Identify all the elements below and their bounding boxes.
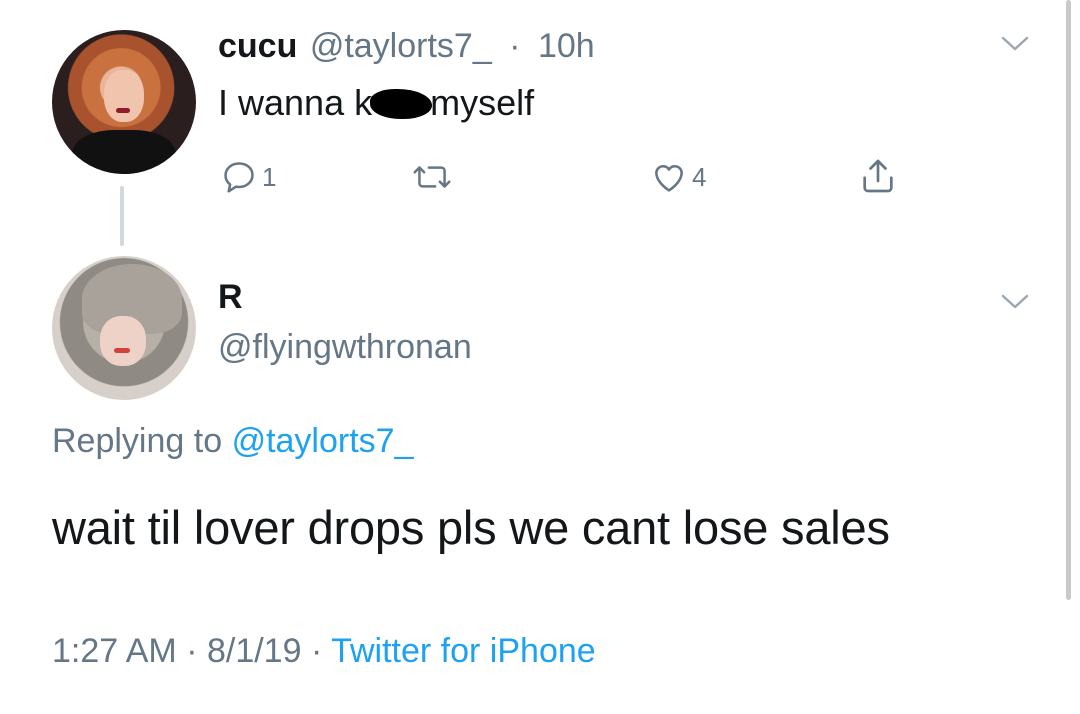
chevron-down-icon[interactable] [1000,34,1030,54]
meta-separator: · [301,632,332,670]
parent-text-before: I wanna k [218,82,373,123]
meta-separator: · [176,632,207,670]
replying-to-label: Replying to [52,422,223,460]
chevron-down-icon[interactable] [1000,292,1030,312]
parent-time-separator: · [499,27,530,65]
heart-icon [655,165,683,192]
thread-connector-line [120,186,124,246]
parent-tweet-text: I wanna k myself [218,82,534,124]
scrollbar[interactable] [1066,0,1071,600]
reply-avatar[interactable] [52,256,196,400]
parent-tweet-header: cucu @taylorts7_ · 10h [218,27,595,66]
avatar-lips-shape [114,348,130,353]
reply-icon [224,162,254,193]
parent-display-name[interactable]: cucu [218,27,297,65]
reply-button[interactable]: 1 [220,158,276,196]
like-button[interactable]: 4 [650,158,706,196]
tweet-source-link[interactable]: Twitter for iPhone [331,632,596,670]
parent-avatar[interactable] [52,30,196,174]
parent-handle[interactable]: @taylorts7_ [310,27,492,65]
retweet-button[interactable] [410,158,454,196]
retweet-icon [413,166,451,188]
reply-count: 1 [262,161,277,192]
replying-to-line: Replying to @taylorts7_ [52,422,413,461]
parent-timestamp[interactable]: 10h [538,27,595,65]
censor-scribble [370,89,433,119]
reply-display-name[interactable]: R [218,278,243,317]
tweet-metadata: 1:27 AM · 8/1/19 · Twitter for iPhone [52,632,596,671]
like-count: 4 [692,161,707,192]
avatar-face-shape [104,70,144,122]
tweet-date[interactable]: 8/1/19 [207,632,302,670]
share-button[interactable] [858,156,898,196]
avatar-body-shape [72,130,176,174]
tweet-time[interactable]: 1:27 AM [52,632,177,670]
reply-handle[interactable]: @flyingwthronan [218,328,472,367]
avatar-lips-shape [116,108,130,113]
avatar-face-shape [100,316,146,366]
parent-text-after: myself [430,82,535,123]
reply-tweet-text: wait til lover drops pls we cant lose sa… [52,501,890,554]
replying-to-mention[interactable]: @taylorts7_ [232,422,414,460]
share-icon [863,159,893,193]
